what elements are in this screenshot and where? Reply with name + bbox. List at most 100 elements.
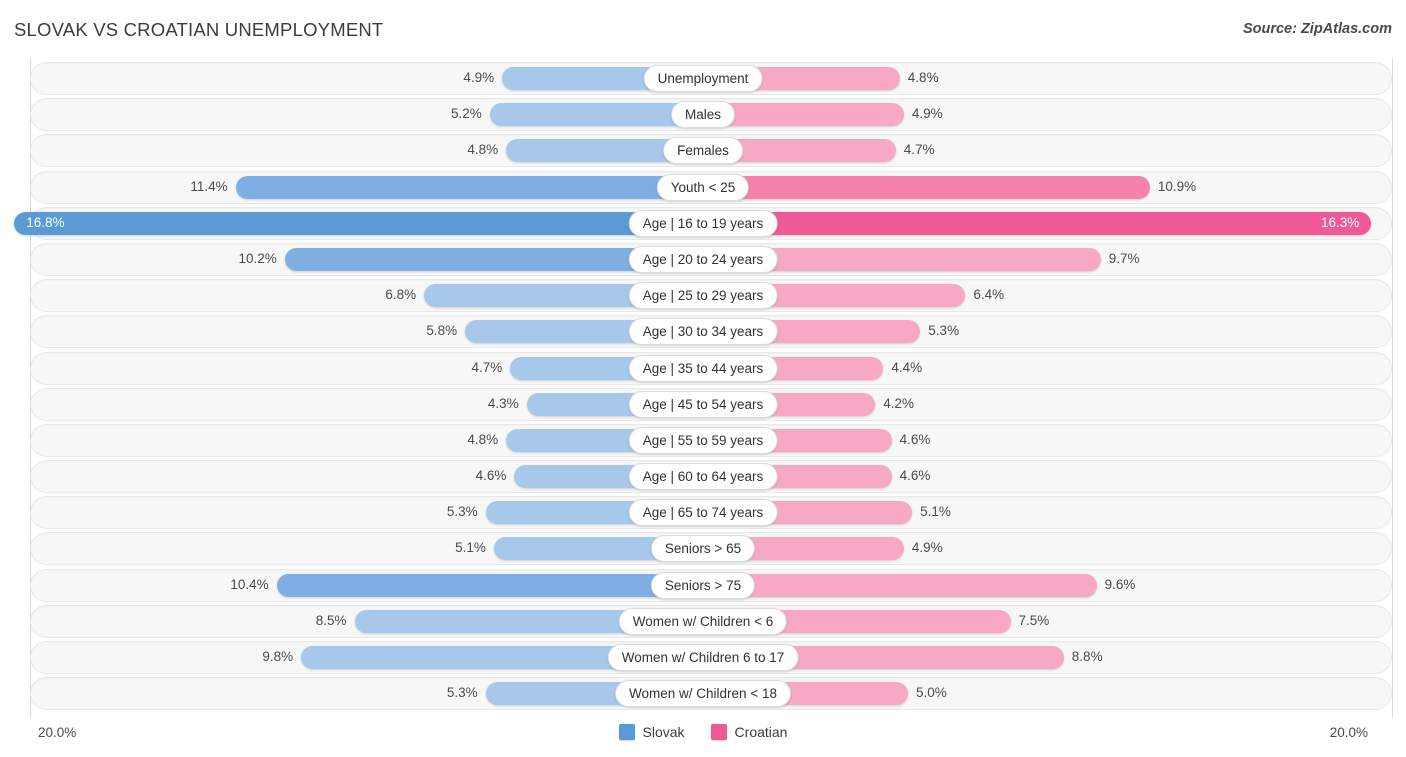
chart-row: 4.3% 4.2% Age | 45 to 54 years <box>0 387 1406 421</box>
chart-plot-area: 4.9% 4.8% Unemployment 5.2% 4.9% Males 4.8% 4.7… <box>0 58 1406 718</box>
row-category-label[interactable]: Age | 25 to 29 years <box>628 282 778 310</box>
value-label-croatian: 9.7% <box>1108 250 1140 266</box>
row-bars: 4.8% 4.6% Age | 55 to 59 years <box>0 424 1406 457</box>
value-label-croatian: 8.8% <box>1071 649 1103 664</box>
chart-row: 4.9% 4.8% Unemployment <box>0 62 1406 95</box>
row-bars: 5.1% 4.9% Seniors > 65 <box>0 532 1406 565</box>
chart-row: 4.8% 4.6% Age | 55 to 59 years <box>0 423 1406 457</box>
chart-row: 6.8% 6.4% Age | 25 to 29 years <box>0 279 1406 313</box>
chart-row: 10.4% 9.6% Seniors > 75 <box>0 568 1406 602</box>
row-category-label[interactable]: Unemployment <box>643 65 763 92</box>
row-category-label[interactable]: Seniors > 75 <box>650 571 756 599</box>
row-bars: 10.4% 9.6% Seniors > 75 <box>0 569 1406 602</box>
value-label-croatian: 5.1% <box>920 504 951 520</box>
row-category-label[interactable]: Age | 20 to 24 years <box>628 245 778 273</box>
row-category-label[interactable]: Age | 60 to 64 years <box>628 463 778 491</box>
value-label-croatian: 6.4% <box>973 287 1005 303</box>
legend-swatch-icon <box>618 724 635 740</box>
value-label-croatian: 4.6% <box>899 431 931 447</box>
value-label-slovak: 4.8% <box>467 431 499 447</box>
chart-row: 4.6% 4.6% Age | 60 to 64 years <box>0 460 1406 494</box>
value-label-slovak: 6.8% <box>385 287 417 303</box>
value-label-croatian: 4.7% <box>903 142 935 158</box>
row-bars: 10.2% 9.7% Age | 20 to 24 years <box>0 243 1406 276</box>
value-label-slovak: 5.3% <box>446 685 478 701</box>
value-label-slovak: 8.5% <box>315 612 347 628</box>
bar-slovak[interactable] <box>276 573 703 597</box>
chart-header: SLOVAK VS CROATIAN UNEMPLOYMENT Source: … <box>0 0 1406 58</box>
row-category-label[interactable]: Women w/ Children < 6 <box>618 607 788 635</box>
value-label-slovak: 4.6% <box>475 468 507 484</box>
row-category-label[interactable]: Women w/ Children 6 to 17 <box>607 644 799 671</box>
chart-row: 11.4% 10.9% Youth < 25 <box>0 170 1406 204</box>
value-label-croatian: 5.0% <box>916 685 947 701</box>
row-category-label[interactable]: Age | 16 to 19 years <box>628 209 778 237</box>
chart-row: 5.8% 5.3% Age | 30 to 34 years <box>0 315 1406 349</box>
legend-item[interactable]: Croatian <box>710 724 788 740</box>
value-label-slovak: 10.2% <box>238 250 277 266</box>
row-bars: 5.3% 5.1% Age | 65 to 74 years <box>0 496 1406 529</box>
row-category-label[interactable]: Age | 30 to 34 years <box>628 318 778 346</box>
value-label-slovak: 5.2% <box>451 106 482 122</box>
row-bars: 4.7% 4.4% Age | 35 to 44 years <box>0 352 1406 385</box>
value-label-slovak: 5.1% <box>455 540 486 556</box>
row-bars: 4.3% 4.2% Age | 45 to 54 years <box>0 388 1406 421</box>
value-label-croatian: 4.2% <box>883 395 914 411</box>
chart-row: 5.2% 4.9% Males <box>0 98 1406 132</box>
chart-legend: Slovak Croatian <box>0 724 1406 740</box>
value-label-croatian: 4.4% <box>891 359 923 375</box>
row-category-label[interactable]: Youth < 25 <box>656 173 750 201</box>
bar-croatian[interactable] <box>703 211 1372 235</box>
value-label-slovak: 11.4% <box>190 178 228 194</box>
chart-rows: 4.9% 4.8% Unemployment 5.2% 4.9% Males 4.8% 4.7… <box>0 62 1406 713</box>
value-label-croatian: 5.3% <box>928 323 960 339</box>
row-bars: 11.4% 10.9% Youth < 25 <box>0 171 1406 204</box>
legend-item[interactable]: Slovak <box>618 724 685 740</box>
row-bars: 6.8% 6.4% Age | 25 to 29 years <box>0 279 1406 312</box>
bar-croatian[interactable] <box>703 573 1097 597</box>
chart-footer: 20.0% 20.0% Slovak Croatian <box>0 718 1406 757</box>
chart-row: 5.3% 5.0% Women w/ Children < 18 <box>0 677 1406 711</box>
row-category-label[interactable]: Seniors > 65 <box>650 535 756 563</box>
chart-row: 5.3% 5.1% Age | 65 to 74 years <box>0 496 1406 530</box>
row-category-label[interactable]: Age | 65 to 74 years <box>628 499 778 527</box>
chart-row: 8.5% 7.5% Women w/ Children < 6 <box>0 604 1406 638</box>
row-category-label[interactable]: Age | 45 to 54 years <box>628 390 778 418</box>
value-label-croatian: 4.9% <box>911 106 943 122</box>
chart-row: 4.8% 4.7% Females <box>0 134 1406 168</box>
row-bars: 5.8% 5.3% Age | 30 to 34 years <box>0 315 1406 348</box>
bar-croatian[interactable] <box>703 175 1150 199</box>
row-bars: 5.3% 5.0% Women w/ Children < 18 <box>0 677 1406 710</box>
row-bars: 4.8% 4.7% Females <box>0 134 1406 167</box>
legend-swatch-icon <box>710 724 727 740</box>
value-label-croatian: 4.8% <box>907 70 939 85</box>
value-label-croatian: 16.3% <box>1321 214 1360 230</box>
value-label-croatian: 10.9% <box>1157 178 1197 194</box>
row-category-label[interactable]: Age | 55 to 59 years <box>628 426 778 454</box>
chart-row: 5.1% 4.9% Seniors > 65 <box>0 532 1406 566</box>
chart-row: 16.8% 16.3% Age | 16 to 19 years <box>0 206 1406 240</box>
legend-label: Slovak <box>642 724 685 740</box>
row-bars: 4.6% 4.6% Age | 60 to 64 years <box>0 460 1406 493</box>
value-label-croatian: 4.9% <box>911 540 943 556</box>
value-label-slovak: 5.8% <box>426 323 458 339</box>
legend-label: Croatian <box>734 724 788 740</box>
row-category-label[interactable]: Age | 35 to 44 years <box>628 354 778 382</box>
row-bars: 16.8% 16.3% Age | 16 to 19 years <box>0 207 1406 240</box>
value-label-croatian: 7.5% <box>1018 612 1050 628</box>
value-label-croatian: 9.6% <box>1104 576 1136 592</box>
value-label-slovak: 4.3% <box>487 395 519 411</box>
row-bars: 8.5% 7.5% Women w/ Children < 6 <box>0 605 1406 638</box>
row-bars: 5.2% 4.9% Males <box>0 98 1406 131</box>
value-label-slovak: 9.8% <box>262 649 294 664</box>
chart-row: 4.7% 4.4% Age | 35 to 44 years <box>0 351 1406 385</box>
page-title: SLOVAK VS CROATIAN UNEMPLOYMENT <box>14 19 384 40</box>
row-bars: 4.9% 4.8% Unemployment <box>0 62 1406 95</box>
row-category-label[interactable]: Males <box>670 101 736 129</box>
value-label-slovak: 5.3% <box>446 504 478 520</box>
row-category-label[interactable]: Women w/ Children < 18 <box>615 680 791 708</box>
bar-slovak[interactable] <box>235 175 703 199</box>
row-bars: 9.8% 8.8% Women w/ Children 6 to 17 <box>0 641 1406 674</box>
bar-slovak[interactable] <box>14 211 703 235</box>
row-category-label[interactable]: Females <box>663 137 743 165</box>
